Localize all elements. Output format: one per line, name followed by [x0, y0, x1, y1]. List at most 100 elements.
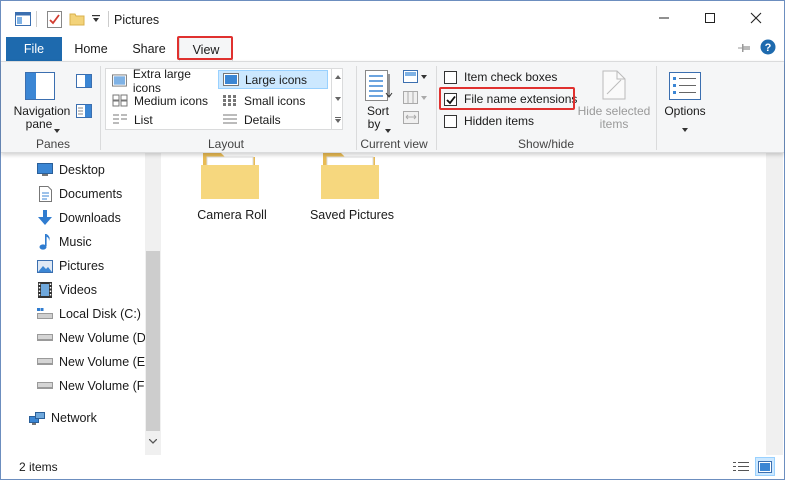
- file-list: Camera Roll Saved Pictures: [161, 153, 761, 455]
- sort-by-button-label2[interactable]: by: [363, 118, 385, 131]
- gallery-more-icon: [335, 117, 341, 123]
- folder-label[interactable]: Saved Pictures: [292, 208, 412, 222]
- checkbox-unchecked[interactable]: [444, 114, 457, 128]
- nav-item-desktop[interactable]: Desktop: [37, 159, 105, 181]
- nav-item-local-disk-c[interactable]: Local Disk (C:): [37, 303, 141, 325]
- nav-item-new-volume-f[interactable]: New Volume (F:): [37, 375, 152, 397]
- downloads-icon: [37, 210, 53, 226]
- properties-icon[interactable]: [44, 10, 64, 28]
- show-hide-group-label: Show/hide: [517, 137, 575, 151]
- minimize-icon: [659, 17, 669, 19]
- local-disk-icon: [37, 306, 53, 322]
- drive-icon: [37, 330, 53, 346]
- layout-item-label: Details: [244, 112, 281, 127]
- options-button[interactable]: Options: [661, 105, 709, 118]
- layout-group-label: Layout: [207, 137, 245, 151]
- large-icons-icon: [223, 73, 239, 86]
- layout-extra-large-icons[interactable]: Extra large icons: [108, 67, 216, 95]
- minimize-button[interactable]: [641, 1, 687, 35]
- sort-by-icon[interactable]: [365, 70, 393, 105]
- separator-line: [34, 10, 38, 28]
- nav-item-downloads[interactable]: Downloads: [37, 207, 121, 229]
- group-separator: [436, 66, 437, 150]
- nav-item-label: Desktop: [59, 163, 105, 177]
- layout-medium-icons[interactable]: Medium icons: [108, 91, 216, 110]
- medium-icons-icon: [112, 94, 128, 107]
- folder-icon: [201, 153, 259, 199]
- current-view-group-label: Current view: [360, 137, 428, 151]
- layout-item-label: Medium icons: [134, 93, 209, 108]
- desktop-icon: [37, 162, 53, 178]
- dropdown-arrow-icon: [385, 122, 391, 136]
- nav-item-label: Music: [59, 235, 92, 249]
- nav-item-new-volume-e[interactable]: New Volume (E:): [37, 351, 153, 373]
- add-columns-icon: [403, 91, 427, 108]
- new-folder-icon[interactable]: [67, 10, 87, 28]
- item-check-boxes-label: Item check boxes: [464, 70, 558, 84]
- help-icon[interactable]: ?: [759, 38, 777, 56]
- dropdown-arrow-icon: [54, 122, 60, 136]
- ribbon-tabs: File Home Share View ?: [1, 35, 784, 61]
- item-check-boxes-toggle[interactable]: Item check boxes: [444, 70, 557, 84]
- customize-toolbar-icon[interactable]: [89, 10, 103, 28]
- checkbox-unchecked[interactable]: [444, 70, 457, 84]
- tab-share[interactable]: Share: [125, 37, 173, 61]
- layout-gallery-scroll[interactable]: [331, 69, 343, 129]
- group-separator: [356, 66, 357, 150]
- maximize-button[interactable]: [687, 1, 733, 35]
- window-menu-icon[interactable]: [13, 10, 33, 28]
- pin-ribbon-icon[interactable]: [737, 39, 753, 57]
- nav-item-documents[interactable]: Documents: [37, 183, 122, 205]
- dropdown-arrow-icon: [682, 121, 688, 135]
- svg-text:?: ?: [765, 42, 772, 54]
- drive-icon: [37, 354, 53, 370]
- videos-icon: [37, 282, 53, 298]
- layout-item-label: List: [134, 112, 153, 127]
- layout-small-icons[interactable]: Small icons: [218, 91, 328, 110]
- nav-item-label: New Volume (F:): [59, 379, 153, 393]
- separator-line: [107, 10, 109, 28]
- layout-list[interactable]: List: [108, 110, 216, 129]
- maximize-icon: [705, 13, 715, 23]
- layout-item-label: Large icons: [245, 72, 308, 87]
- details-icon: [223, 114, 237, 124]
- nav-item-pictures[interactable]: Pictures: [37, 255, 104, 277]
- nav-item-new-volume-d[interactable]: New Volume (D:: [37, 327, 149, 349]
- nav-item-label: New Volume (E:): [59, 355, 153, 369]
- nav-item-network[interactable]: Network: [29, 407, 97, 429]
- close-button[interactable]: [733, 1, 779, 35]
- content-scrollbar[interactable]: [766, 153, 783, 455]
- nav-scrollbar[interactable]: [145, 153, 161, 455]
- file-name-extensions-highlight: [439, 87, 575, 110]
- hide-selected-items-label2: items: [599, 117, 629, 131]
- details-view-button[interactable]: [732, 458, 750, 475]
- navigation-pane-button-label2[interactable]: pane: [9, 118, 69, 131]
- large-icons-view-button[interactable]: [755, 457, 775, 476]
- status-bar: 2 items: [1, 455, 784, 479]
- scroll-down-arrow-icon[interactable]: [149, 439, 157, 444]
- view-tab-highlight: [177, 36, 233, 60]
- extra-large-icons-icon: [112, 74, 127, 87]
- layout-details[interactable]: Details: [218, 110, 328, 129]
- tab-home[interactable]: Home: [69, 37, 113, 61]
- nav-item-music[interactable]: Music: [37, 231, 92, 253]
- window-title: Pictures: [114, 13, 160, 27]
- nav-scrollbar-thumb[interactable]: [146, 251, 160, 431]
- tab-file[interactable]: File: [6, 37, 62, 61]
- folder-label[interactable]: Camera Roll: [172, 208, 292, 222]
- hidden-items-toggle[interactable]: Hidden items: [444, 114, 534, 128]
- layout-gallery: Extra large icons Large icons Medium ico…: [105, 67, 343, 130]
- layout-large-icons[interactable]: Large icons: [218, 70, 328, 89]
- preview-pane-icon[interactable]: [76, 74, 92, 91]
- item-count: 2 items: [19, 460, 58, 474]
- group-by-icon[interactable]: [403, 70, 427, 87]
- hide-selected-items-icon: [602, 70, 626, 103]
- hidden-items-label: Hidden items: [464, 114, 535, 128]
- folder-icon: [321, 153, 379, 199]
- navigation-pane-icon[interactable]: [25, 72, 55, 103]
- details-pane-icon[interactable]: [76, 104, 92, 121]
- file-explorer-window: Pictures File Home Share View ? Navigati…: [0, 0, 785, 480]
- options-icon[interactable]: [669, 72, 701, 103]
- nav-item-label: Pictures: [59, 259, 105, 273]
- nav-item-videos[interactable]: Videos: [37, 279, 97, 301]
